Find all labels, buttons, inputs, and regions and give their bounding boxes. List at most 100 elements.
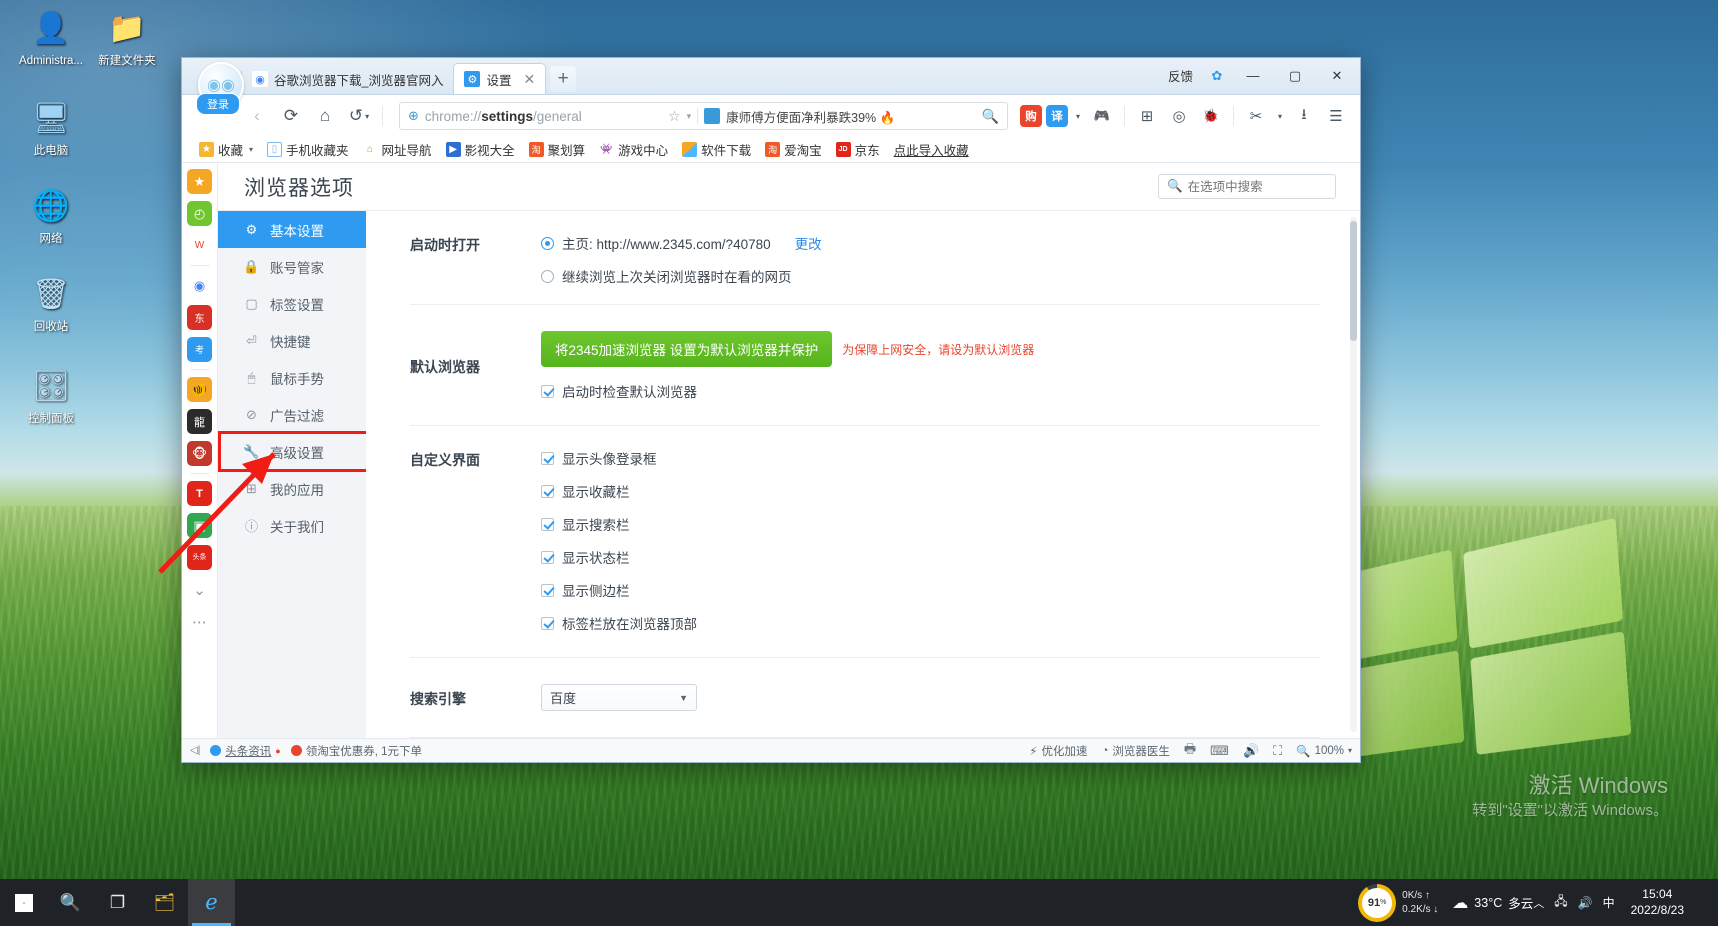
favorites-rail-icon[interactable]: ★ — [187, 169, 212, 194]
sidebar-item-basic-settings[interactable]: ⚙ 基本设置 — [218, 211, 366, 248]
startup-option-homepage[interactable]: 主页: http://www.2345.com/?40780 更改 — [541, 233, 1320, 253]
status-taobao-coupon[interactable]: 领淘宝优惠券, 1元下单 — [290, 743, 422, 759]
bug-icon[interactable]: 🐞 — [1197, 102, 1225, 130]
bookmark-favorites[interactable]: ★ 收藏 ▾ — [192, 139, 260, 161]
edge-browser-button[interactable]: ℯ — [188, 879, 235, 926]
login-button[interactable]: 登录 — [196, 93, 240, 115]
status-browser-doctor[interactable]: ◔ 浏览器医生 — [1101, 743, 1169, 759]
more-rail-icon[interactable]: ⋯ — [187, 609, 212, 634]
tab-settings[interactable]: ⚙ 设置 ✕ — [453, 63, 547, 94]
speaker-icon[interactable]: 🔊 — [1243, 743, 1259, 759]
default-browser-check-option[interactable]: 启动时检查默认浏览器 — [541, 381, 1320, 401]
download-icon[interactable]: ⭳ — [1290, 102, 1318, 130]
avatar[interactable]: ◉◉ 登录 — [190, 62, 252, 124]
printer-icon[interactable]: 🖶 — [1184, 740, 1196, 762]
desktop-icon-recycle-bin[interactable]: 🗑 回收站 — [6, 274, 96, 334]
bookmark-star-icon[interactable]: ☆ — [668, 108, 681, 125]
bookmark-game-center[interactable]: 👾 游戏中心 — [592, 139, 675, 161]
bookmark-nav-2345[interactable]: ⌂ 网址导航 — [356, 139, 439, 161]
status-toutiao-news[interactable]: 头条资讯 ● — [210, 743, 281, 759]
app-red-rail-icon[interactable]: 东 — [187, 305, 212, 330]
file-explorer-button[interactable]: 🗂 — [141, 879, 188, 926]
checkbox-show-bookmarks-bar[interactable] — [541, 484, 554, 498]
custom-ui-option-tabs-top[interactable]: 标签栏放在浏览器顶部 — [541, 613, 1320, 633]
game-dragon-rail-icon[interactable]: 龍 — [187, 409, 212, 434]
translate-caret-icon[interactable]: ▾ — [1072, 102, 1084, 130]
address-bar[interactable]: ⊕ chrome://settings/general ☆ ▾ 康师傅方便面净利… — [399, 102, 1008, 130]
network-tray-icon[interactable]: 🖧 — [1554, 892, 1567, 913]
minimize-button[interactable]: — — [1232, 60, 1274, 91]
set-default-browser-button[interactable]: 将2345加速浏览器 设置为默认浏览器并保护 — [541, 331, 833, 367]
office-rail-icon[interactable]: W — [187, 233, 212, 258]
task-view-button[interactable]: ❐ — [94, 879, 141, 926]
desktop-icon-network[interactable]: 🌐 网络 — [6, 186, 96, 246]
settings-search-field[interactable] — [1187, 179, 1327, 194]
desktop-icon-this-pc[interactable]: 🖥 此电脑 — [6, 98, 96, 158]
screenshot-caret-icon[interactable]: ▾ — [1274, 102, 1286, 130]
custom-ui-option-search-bar[interactable]: 显示搜索栏 — [541, 514, 1320, 534]
history-button[interactable]: ↺ ▾ — [344, 101, 374, 131]
maximize-button[interactable]: ▢ — [1274, 60, 1316, 91]
scrollbar-thumb[interactable] — [1350, 221, 1357, 341]
sidebar-item-my-apps[interactable]: ⊞ 我的应用 — [218, 470, 366, 507]
checkbox-tabs-at-top[interactable] — [541, 616, 554, 630]
performance-monitor[interactable]: 91% 0K/s ↑ 0.2K/s ↓ — [1358, 883, 1438, 922]
start-button[interactable] — [0, 879, 47, 926]
hot-search-text[interactable]: 康师傅方便面净利暴跌39% 🔥 — [726, 107, 895, 126]
bookmark-jd[interactable]: JD 京东 — [829, 139, 887, 161]
apps-grid-icon[interactable]: ⊞ — [1133, 102, 1161, 130]
reload-button[interactable]: ⟳ — [276, 101, 306, 131]
change-homepage-link[interactable]: 更改 — [795, 233, 822, 253]
volume-tray-icon[interactable]: 🔊 — [1578, 896, 1593, 910]
sidebar-item-advanced-settings[interactable]: 🔧 高级设置 — [218, 431, 374, 472]
bookmark-video[interactable]: ▶ 影视大全 — [439, 139, 522, 161]
checkbox-check-default-on-startup[interactable] — [541, 384, 554, 398]
app-green-rail-icon[interactable]: ▣ — [187, 513, 212, 538]
zoom-caret-icon[interactable]: ▾ — [1348, 746, 1352, 755]
checkbox-show-side-bar[interactable] — [541, 583, 554, 597]
weather-widget[interactable]: ☁ 33°C 多云 — [1452, 893, 1533, 913]
custom-ui-option-bookmarks-bar[interactable]: 显示收藏栏 — [541, 481, 1320, 501]
new-tab-button[interactable]: + — [550, 66, 577, 92]
app-blue-rail-icon[interactable]: 考 — [187, 337, 212, 362]
checkbox-show-status-bar[interactable] — [541, 550, 554, 564]
close-button[interactable]: ✕ — [1316, 60, 1358, 91]
search-input[interactable]: 🔍 — [1158, 174, 1336, 199]
desktop-icon-new-folder[interactable]: 📁 新建文件夹 — [82, 8, 172, 68]
bookmark-phone-favorites[interactable]: ▯ 手机收藏夹 — [260, 139, 356, 161]
screenshot-icon[interactable]: ✂ — [1242, 102, 1270, 130]
history-rail-icon[interactable]: ◴ — [187, 201, 212, 226]
app-t-rail-icon[interactable]: T — [187, 481, 212, 506]
skin-button[interactable]: ✿ — [1202, 60, 1232, 91]
clock[interactable]: 15:04 2022/8/23 — [1625, 887, 1690, 918]
translate-icon[interactable]: 译 — [1046, 105, 1068, 127]
ime-tray-icon[interactable]: 中 — [1603, 894, 1615, 911]
startup-option-restore[interactable]: 继续浏览上次关闭浏览器时在看的网页 — [541, 266, 1320, 286]
tray-expand-icon[interactable]: ︿ — [1533, 895, 1544, 911]
home-button[interactable]: ⌂ — [310, 101, 340, 131]
tab-close-icon[interactable]: ✕ — [523, 72, 535, 86]
menu-icon[interactable]: ☰ — [1322, 102, 1350, 130]
sidebar-item-mouse-gestures[interactable]: 🖱 鼠标手势 — [218, 359, 366, 396]
bookmark-taobao[interactable]: 淘 爱淘宝 — [758, 139, 829, 161]
address-chevron-down-icon[interactable]: ▾ — [687, 111, 692, 122]
show-desktop-button[interactable] — [1700, 879, 1708, 926]
status-optimize-speed[interactable]: ⚡ 优化加速 — [1029, 743, 1087, 759]
sidebar-item-shortcuts[interactable]: ⏎ 快捷键 — [218, 322, 366, 359]
fullscreen-icon[interactable]: ⛶ — [1273, 743, 1282, 759]
shopping-icon[interactable]: 购 — [1020, 105, 1042, 127]
desktop-icon-control-panel[interactable]: 🎛 控制面板 — [6, 366, 96, 426]
radio-homepage[interactable] — [541, 236, 554, 250]
collapse-status-icon[interactable]: ◁| — [190, 745, 200, 756]
bookmark-juhuasuan[interactable]: 淘 聚划算 — [522, 139, 593, 161]
feedback-button[interactable]: 反馈 — [1159, 66, 1202, 85]
checkbox-show-search-bar[interactable] — [541, 517, 554, 531]
game-fish-rail-icon[interactable]: 🐠 — [187, 377, 212, 402]
radio-restore-session[interactable] — [541, 269, 554, 283]
custom-ui-option-side-bar[interactable]: 显示侧边栏 — [541, 580, 1320, 600]
collapse-rail-icon[interactable]: ⌄ — [187, 577, 212, 602]
search-engine-select[interactable]: 百度 ▼ — [541, 684, 697, 711]
custom-ui-option-avatar-login[interactable]: 显示头像登录框 — [541, 448, 1320, 468]
toutiao-rail-icon[interactable]: 头条 — [187, 545, 212, 570]
taskbar-search-button[interactable]: 🔍 — [47, 879, 94, 926]
